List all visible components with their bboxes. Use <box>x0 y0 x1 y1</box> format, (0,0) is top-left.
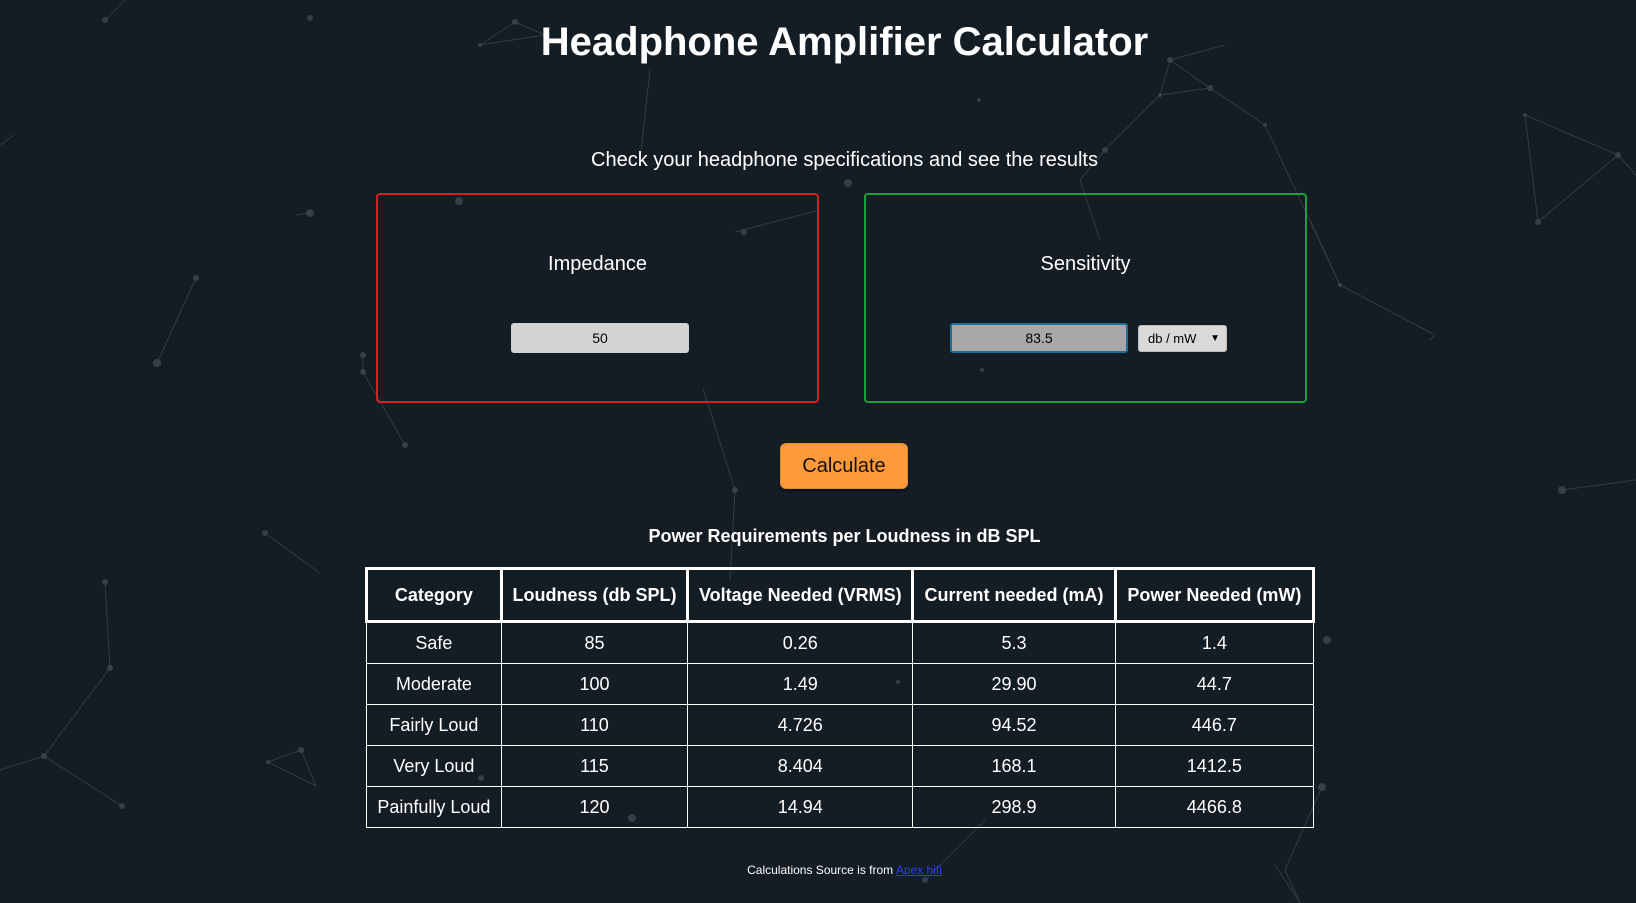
table-cell: 298.9 <box>912 786 1116 828</box>
table-cell: 120 <box>500 786 689 828</box>
table-row: Fairly Loud 110 4.726 94.52 446.7 <box>366 704 1315 746</box>
calculate-button[interactable]: Calculate <box>780 443 908 489</box>
footer: Calculations Source is from Apex hifi <box>0 863 1636 877</box>
impedance-label: Impedance <box>548 253 647 275</box>
table-row: Very Loud 115 8.404 168.1 1412.5 <box>366 745 1315 787</box>
page-subtitle: Check your headphone specifications and … <box>591 149 1098 171</box>
impedance-input[interactable] <box>511 323 689 353</box>
sensitivity-panel: Sensitivity db / mW ▼ <box>864 193 1307 403</box>
column-header: Category <box>365 567 503 623</box>
caret-down-icon: ▼ <box>1210 333 1220 344</box>
table-cell: 100 <box>500 663 689 705</box>
table-cell: 0.26 <box>687 621 914 664</box>
table-header-row: Category Loudness (db SPL) Voltage Neede… <box>365 567 1316 623</box>
table-cell: Safe <box>366 621 502 664</box>
table-cell: 94.52 <box>912 704 1116 746</box>
sensitivity-input[interactable] <box>950 323 1128 353</box>
table-cell: 446.7 <box>1114 704 1315 746</box>
table-cell: 1412.5 <box>1114 745 1315 787</box>
page: Headphone Amplifier Calculator Check you… <box>0 0 1636 903</box>
sensitivity-unit-value: db / mW <box>1148 331 1197 346</box>
table-row: Moderate 100 1.49 29.90 44.7 <box>366 663 1315 705</box>
table-cell: 8.404 <box>687 745 914 787</box>
sensitivity-label: Sensitivity <box>1040 253 1131 275</box>
table-cell: 5.3 <box>912 621 1116 664</box>
table-cell: Moderate <box>366 663 502 705</box>
column-header: Current needed (mA) <box>911 567 1117 623</box>
table-cell: 44.7 <box>1114 663 1315 705</box>
table-cell: Painfully Loud <box>366 786 502 828</box>
column-header: Loudness (db SPL) <box>499 567 690 623</box>
table-cell: 4.726 <box>687 704 914 746</box>
table-cell: 1.4 <box>1114 621 1315 664</box>
table-row: Painfully Loud 120 14.94 298.9 4466.8 <box>366 786 1315 828</box>
table-cell: 1.49 <box>687 663 914 705</box>
column-header: Power Needed (mW) <box>1113 567 1316 623</box>
table-cell: 4466.8 <box>1114 786 1315 828</box>
table-cell: 29.90 <box>912 663 1116 705</box>
table-cell: 110 <box>500 704 689 746</box>
table-cell: 115 <box>500 745 689 787</box>
results-table-title: Power Requirements per Loudness in dB SP… <box>648 526 1041 546</box>
table-cell: 168.1 <box>912 745 1116 787</box>
table-cell: 85 <box>500 621 689 664</box>
page-title: Headphone Amplifier Calculator <box>540 20 1149 64</box>
sensitivity-unit-select[interactable]: db / mW ▼ <box>1138 325 1227 352</box>
table-row: Safe 85 0.26 5.3 1.4 <box>366 621 1315 664</box>
column-header: Voltage Needed (VRMS) <box>686 567 915 623</box>
results-table: Category Loudness (db SPL) Voltage Neede… <box>365 567 1316 828</box>
table-cell: Fairly Loud <box>366 704 502 746</box>
source-link[interactable]: Apex hifi <box>896 863 942 877</box>
table-cell: 14.94 <box>687 786 914 828</box>
table-cell: Very Loud <box>366 745 502 787</box>
footer-text: Calculations Source is from <box>747 863 894 877</box>
impedance-panel: Impedance <box>376 193 819 403</box>
